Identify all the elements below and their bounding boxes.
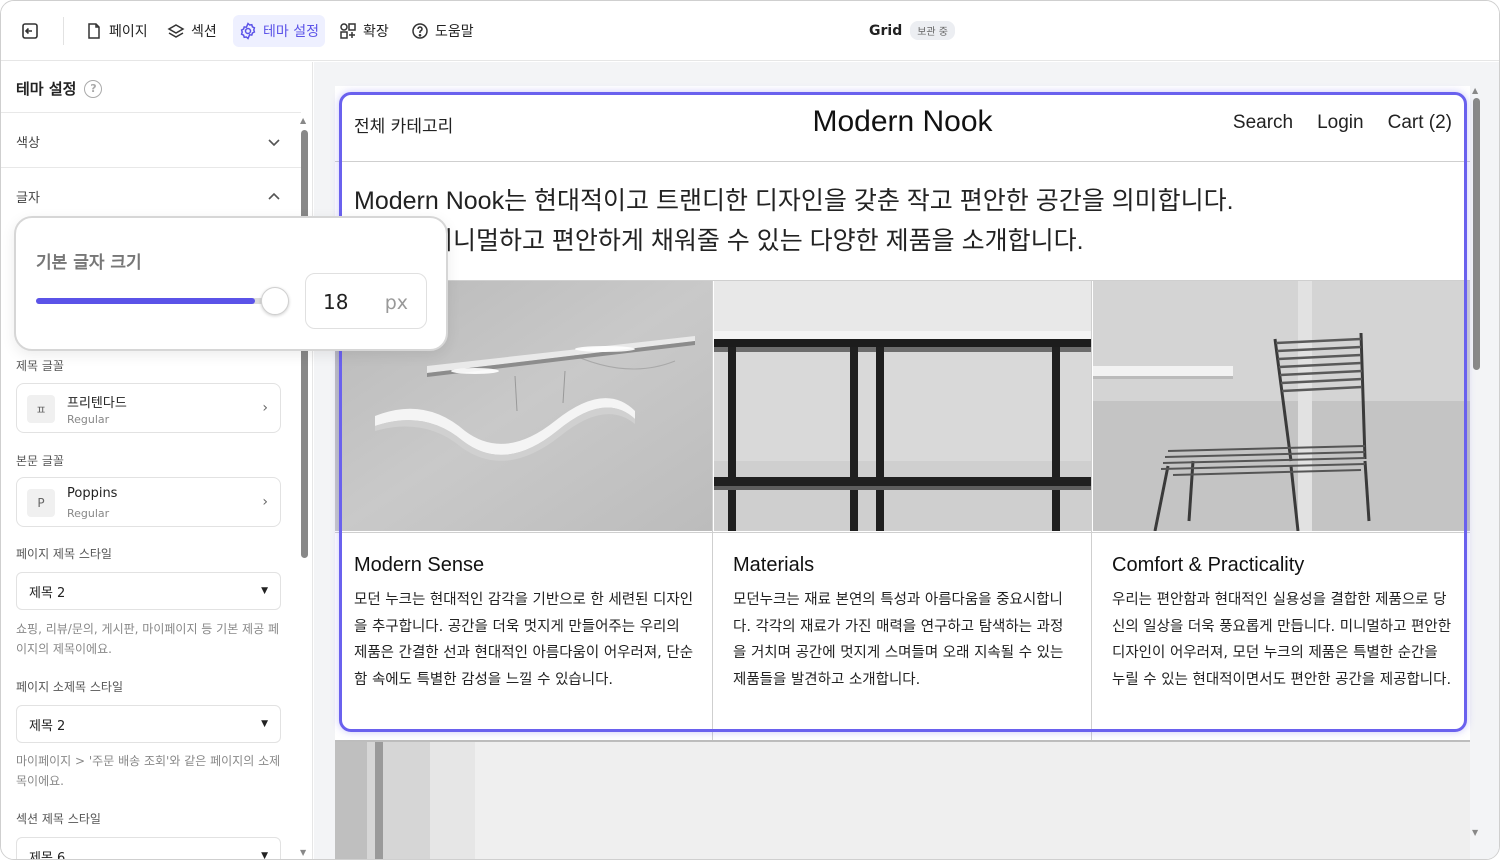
base-font-size-title: 기본 글자 크기 [36,253,142,273]
app-window: 페이지 섹션 테마 설정 확장 도움말 Grid 보관 중 테마 설정 ? 색상… [0,0,1500,860]
page-title-style-label: 페이지 제목 스타일 [16,547,112,561]
divider [1,167,301,168]
nav-theme-settings-label: 테마 설정 [263,24,319,40]
body-font-weight: Regular [67,507,110,520]
column-divider [712,281,713,741]
feature-image-chair [1093,281,1470,531]
font-size-unit: px [384,292,408,314]
feature-text-3: 우리는 편안함과 현대적인 실용성을 결합한 제품으로 당신의 일상을 더욱 풍… [1112,592,1452,688]
text-section-label: 글자 [16,191,40,206]
nav-section-button[interactable]: 섹션 [161,15,223,47]
font-glyph-icon: P [27,489,55,517]
font-size-slider-track[interactable] [36,298,274,304]
heading-font-weight: Regular [67,413,110,426]
nav-help-label: 도움말 [435,24,474,40]
column-divider [1091,281,1092,741]
intro-line-1: Modern Nook는 현대적이고 트랜디한 디자인을 갖춘 작고 편안한 공… [354,187,1234,215]
caret-down-icon: ▼ [261,719,268,729]
extension-icon [340,23,356,39]
exit-icon [22,23,38,39]
body-font-name: Poppins [67,486,118,501]
text-section-toggle[interactable]: 글자 [16,187,281,206]
heading-font-name: 프리텐다드 [67,396,127,411]
caret-down-icon: ▼ [261,851,268,860]
scroll-up-arrow[interactable]: ▲ [1472,86,1478,95]
site-title: Grid [869,22,903,39]
page-title-style-select[interactable]: 제목 2 ▼ [16,572,281,610]
nav-help-button[interactable]: 도움말 [405,15,480,47]
page-subtitle-style-desc: 마이페이지 > '주문 배송 조회'와 같은 페이지의 소제목이에요. [16,754,281,788]
feature-title-1: Modern Sense [354,554,485,576]
top-toolbar: 페이지 섹션 테마 설정 확장 도움말 Grid 보관 중 [1,1,1499,61]
login-link[interactable]: Login [1317,112,1364,134]
help-icon [412,23,428,39]
heading-font-picker[interactable]: ㅍ 프리텐다드 Regular › [16,383,281,433]
nav-extension-button[interactable]: 확장 [333,15,395,47]
page-icon [88,23,100,39]
base-font-size-popover: 기본 글자 크기 18 px [14,216,448,351]
font-glyph-icon: ㅍ [27,395,55,423]
page-title-style-desc: 쇼핑, 리뷰/문의, 게시판, 마이페이지 등 기본 제공 페이지의 제목이에요… [16,622,279,656]
next-section-image [335,742,1470,859]
search-link[interactable]: Search [1233,112,1293,134]
help-circle-icon[interactable]: ? [84,79,103,98]
page-subtitle-style-label: 페이지 소제목 스타일 [16,680,123,694]
feature-image-table [714,281,1092,531]
canvas-scrollbar[interactable] [1473,98,1480,370]
cart-link[interactable]: Cart (2) [1388,112,1452,134]
font-size-input[interactable]: 18 px [305,273,427,329]
section-title-style-select[interactable]: 제목 6 ▼ [16,837,281,860]
preview-canvas: 전체 카테고리 Modern Nook Search Login Cart (2… [314,62,1499,859]
header-links: Search Login Cart (2) [1233,112,1452,134]
save-status-badge: 보관 중 [910,21,955,40]
chevron-right-icon: › [262,400,268,416]
theme-settings-panel: 테마 설정 ? 색상 글자 제목 글꼴 ㅍ 프리텐다드 Regular › 본문… [1,62,313,860]
feature-title-3: Comfort & Practicality [1112,554,1305,576]
section-title-style-value: 제목 6 [29,850,66,860]
section-title-style-label: 섹션 제목 스타일 [16,812,101,826]
exit-editor-button[interactable] [15,16,45,46]
toolbar-divider [63,17,64,45]
feature-title-2: Materials [733,554,815,576]
color-section-toggle[interactable]: 색상 [16,132,281,151]
scroll-down-arrow[interactable]: ▼ [1472,828,1478,837]
body-font-label: 본문 글꼴 [16,454,64,468]
layers-icon [167,24,185,38]
caret-down-icon: ▼ [261,586,268,596]
chevron-down-icon [268,138,280,146]
page-title-style-value: 제목 2 [29,585,66,601]
preview-page: 전체 카테고리 Modern Nook Search Login Cart (2… [335,86,1470,859]
page-subtitle-style-select[interactable]: 제목 2 ▼ [16,705,281,743]
gear-icon [240,22,256,40]
scroll-down-arrow[interactable]: ▼ [300,848,306,857]
panel-title-text: 테마 설정 [16,80,77,98]
nav-theme-settings-button[interactable]: 테마 설정 [233,15,325,47]
body-font-picker[interactable]: P Poppins Regular › [16,477,281,527]
nav-page-label: 페이지 [109,24,148,40]
store-header: 전체 카테고리 Modern Nook Search Login Cart (2… [335,92,1470,162]
feature-column-3: Comfort & Practicality 우리는 편안함과 현대적인 실용성… [1093,281,1470,741]
page-subtitle-style-value: 제목 2 [29,718,66,734]
feature-column-2: Materials 모던누크는 재료 본연의 특성과 아름다움을 중요시합니다.… [714,281,1092,741]
image-text-divider [335,532,1470,533]
color-section-label: 색상 [16,136,40,151]
font-size-slider-handle[interactable] [260,287,289,315]
intro-text: Modern Nook는 현대적이고 트랜디한 디자인을 갖춘 작고 편안한 공… [354,181,1454,261]
font-size-value: 18 [323,290,349,314]
chevron-right-icon: › [262,494,268,510]
feature-text-1: 모던 누크는 현대적인 감각을 기반으로 한 세련된 디자인을 추구합니다. 공… [354,592,694,688]
scroll-up-arrow[interactable]: ▲ [300,116,306,125]
nav-extension-label: 확장 [363,24,389,40]
chevron-up-icon [268,192,280,200]
feature-text-2: 모던누크는 재료 본연의 특성과 아름다움을 중요시합니다. 각각의 재료가 가… [733,592,1064,688]
site-title-area: Grid 보관 중 [869,21,955,40]
divider [1,112,301,113]
nav-section-label: 섹션 [191,24,217,40]
heading-font-label: 제목 글꼴 [16,359,64,373]
panel-title: 테마 설정 ? [16,78,103,99]
nav-page-button[interactable]: 페이지 [79,15,154,47]
intro-line-2: 공간을 미니멀하고 편안하게 채워줄 수 있는 다양한 제품을 소개합니다. [354,227,1084,255]
font-size-slider-fill [36,298,255,304]
